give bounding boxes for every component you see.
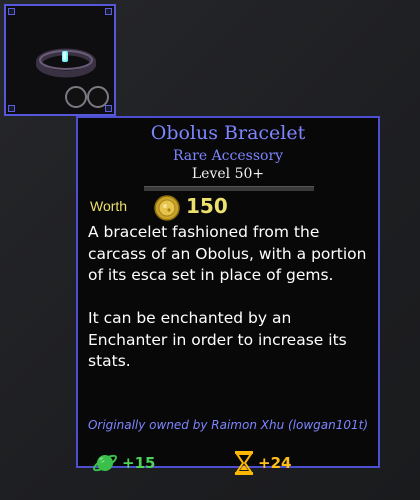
divider	[144, 186, 314, 191]
worth-value: 150	[186, 194, 228, 218]
slot-corner	[8, 105, 15, 112]
worth-label: Worth	[90, 198, 128, 214]
hourglass-icon	[235, 451, 253, 475]
slot-corner	[105, 8, 112, 15]
stat-value: +24	[258, 454, 292, 472]
description-paragraph: A bracelet fashioned from the carcass of…	[88, 223, 367, 284]
planet-icon	[92, 454, 118, 472]
gem-socket	[65, 86, 87, 108]
stat-value: +15	[122, 454, 156, 472]
bracelet-icon	[36, 48, 96, 78]
gem-socket	[87, 86, 109, 108]
item-rarity: Rare Accessory	[172, 148, 284, 164]
item-tooltip: Obolus Bracelet Rare Accessory Level 50+…	[76, 116, 380, 475]
item-level: Level 50+	[191, 166, 265, 182]
original-owner: Originally owned by Raimon Xhu (lowgan10…	[87, 418, 369, 432]
item-slot[interactable]	[4, 4, 116, 116]
slot-corner	[105, 105, 112, 112]
slot-corner	[8, 8, 15, 15]
item-description: A bracelet fashioned from the carcass of…	[88, 222, 370, 373]
description-paragraph: It can be enchanted by an Enchanter in o…	[88, 309, 347, 370]
coin-icon	[154, 195, 180, 221]
stat-hourglass: +24	[234, 450, 291, 476]
stat-planet: +15	[92, 450, 155, 476]
item-name: Obolus Bracelet	[150, 122, 306, 144]
